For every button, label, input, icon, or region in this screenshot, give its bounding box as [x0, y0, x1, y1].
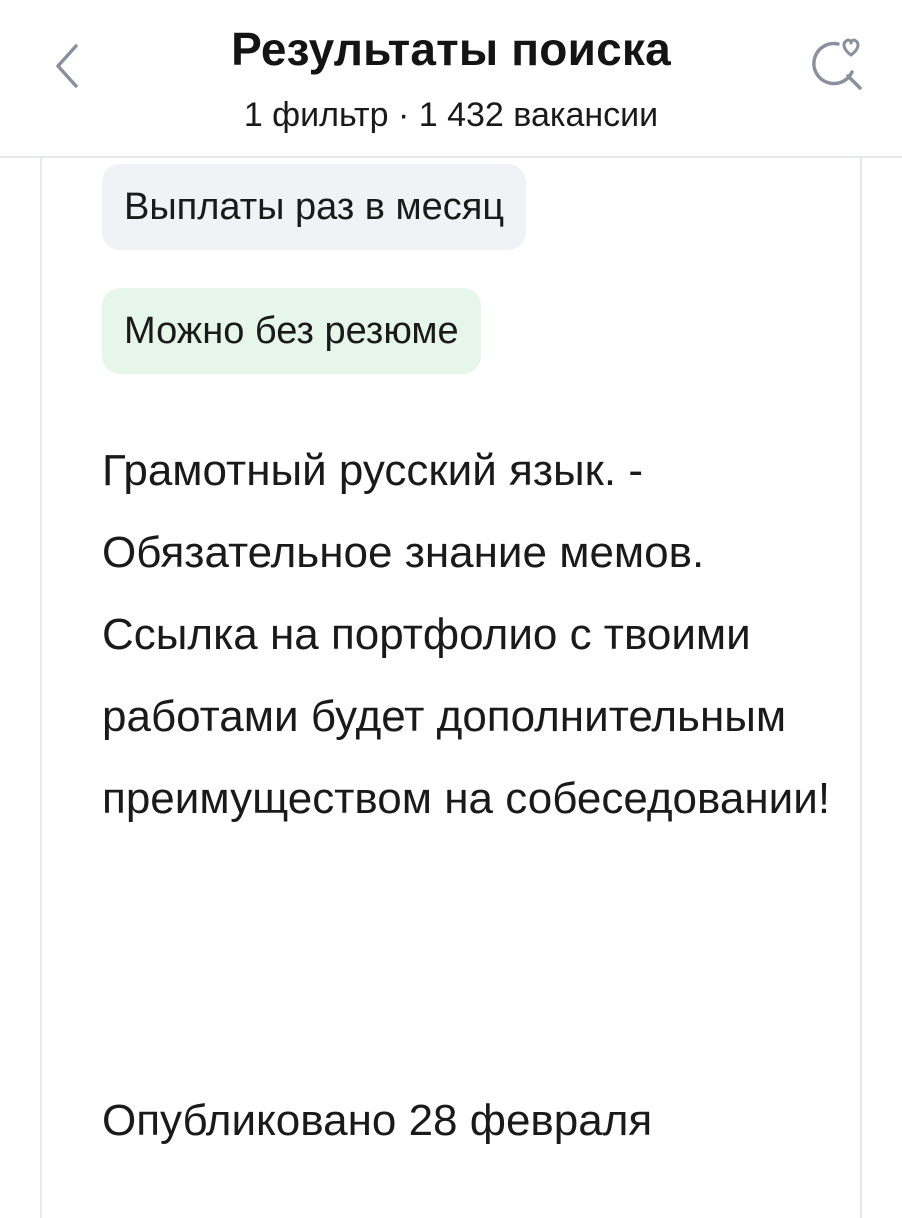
page-title: Результаты поиска	[231, 23, 671, 75]
tag-monthly-payments: Выплаты раз в месяц	[102, 164, 527, 250]
search-summary: 1 фильтр · 1 432 вакансии	[243, 96, 659, 134]
vacancy-description: Грамотный русский язык. - Обязательное з…	[102, 446, 831, 823]
published-date: Опубликовано 28 февраля	[102, 1096, 653, 1145]
tag-no-resume: Можно без резюме	[102, 288, 481, 374]
search-heart-icon	[812, 38, 862, 90]
vacancy-card[interactable]: Выплаты раз в месяц Можно без резюме Гра…	[40, 158, 862, 1218]
save-search-button[interactable]	[800, 28, 872, 100]
top-bar: Результаты поиска 1 фильтр · 1 432 вакан…	[0, 0, 902, 158]
